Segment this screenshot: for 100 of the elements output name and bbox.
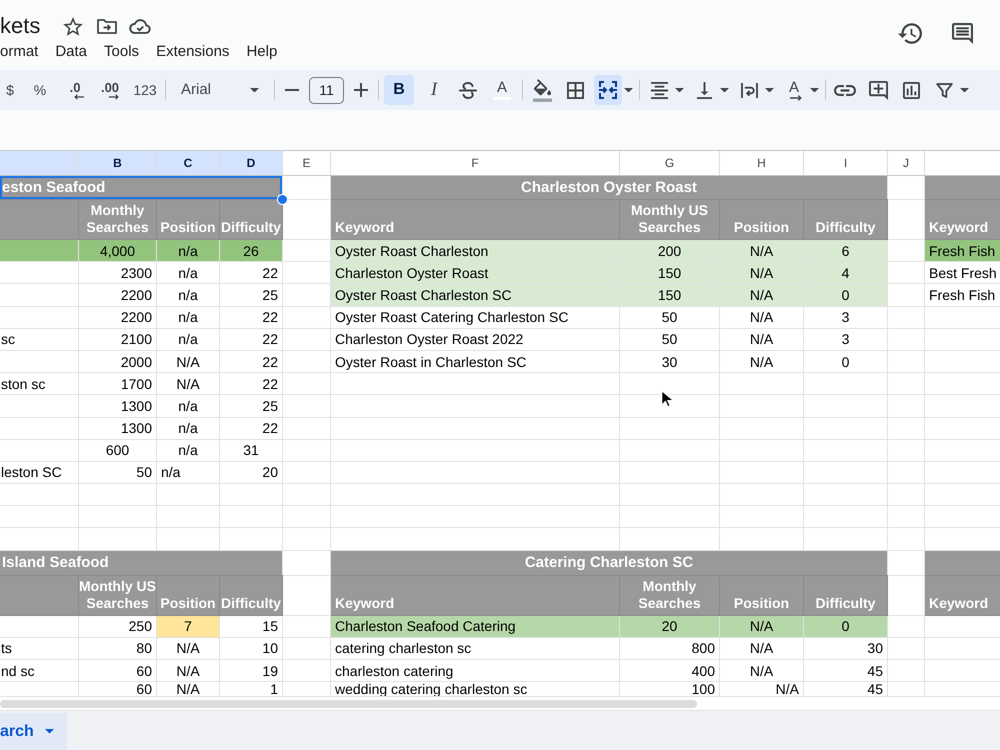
table-cell: 150 (658, 286, 682, 303)
table-cell: 400 (692, 662, 715, 679)
font-size-field[interactable]: 11 (309, 76, 344, 104)
table-cell: 20 (262, 464, 278, 480)
column-heading: Position (734, 594, 790, 612)
column-header[interactable]: H (720, 151, 804, 175)
menu-item[interactable]: Extensions (156, 42, 230, 62)
table-cell: 22 (262, 331, 278, 348)
minus-icon (285, 89, 299, 91)
column-header[interactable]: J (888, 151, 925, 175)
star-icon[interactable] (63, 16, 84, 36)
table-cell: 30 (662, 354, 678, 370)
table-cell: 4,000 (100, 242, 136, 259)
table-cell: 1300 (120, 420, 152, 436)
format-button[interactable]: $ (0, 75, 20, 105)
table-cell: Fresh Fish (929, 286, 996, 303)
caret-icon (810, 88, 818, 92)
column-header[interactable]: E (283, 151, 331, 175)
arrow-icon (109, 94, 119, 100)
table-cell: 25 (262, 286, 278, 303)
decimal-button[interactable]: .0 (60, 75, 90, 105)
format-button[interactable]: % (25, 75, 55, 105)
merge-button[interactable] (594, 75, 622, 105)
comment-icon[interactable] (952, 22, 973, 44)
table-cell: 22 (262, 309, 278, 326)
funnel-icon (936, 82, 952, 98)
caret-icon (960, 88, 968, 92)
sheet-tab[interactable]: arch (0, 713, 67, 750)
column-heading: Keyword (335, 219, 394, 236)
bar-chart-icon (902, 82, 920, 98)
table-cell: 3 (842, 331, 850, 348)
table-cell: N/A (176, 662, 200, 679)
table-cell: n/a (178, 242, 198, 259)
link-icon (834, 84, 856, 96)
table-cell: 1700 (120, 376, 152, 392)
column-header[interactable]: B (79, 151, 157, 175)
table-cell: N/A (750, 640, 774, 656)
text-color-button[interactable]: A (487, 75, 517, 105)
table-cell: N/A (750, 242, 774, 259)
table-cell: N/A (750, 309, 774, 326)
table-cell: Oyster Roast Charleston (335, 242, 488, 259)
table-cell: 45 (867, 662, 883, 679)
table-cell: n/a (178, 398, 198, 414)
decimal-button[interactable]: .00 (95, 75, 125, 105)
caret-icon (720, 88, 728, 92)
column-heading: Position (160, 219, 216, 236)
table-cell: 19 (262, 662, 278, 679)
table-cell: 600 (106, 442, 130, 458)
menu-item[interactable]: Data (55, 42, 88, 62)
table-cell: ston sc (1, 376, 46, 392)
text-rotation-button[interactable]: A (780, 75, 808, 105)
table-cell: 150 (658, 264, 682, 281)
table-cell: 250 (128, 618, 152, 634)
column-heading: Monthly Searches (85, 202, 150, 236)
table-cell: 0 (842, 618, 850, 634)
plus-icon (354, 83, 368, 97)
column-header[interactable]: F (331, 151, 620, 175)
table-cell: Best Fresh (929, 264, 997, 281)
menu-item[interactable]: ormat (0, 42, 38, 62)
document-title[interactable]: kets (0, 13, 40, 39)
italic-button[interactable]: I (419, 75, 449, 105)
font-dropdown[interactable]: Arial (171, 75, 269, 105)
history-icon[interactable] (898, 22, 922, 44)
menu-item[interactable]: Tools (104, 42, 140, 62)
caret-icon (674, 88, 684, 92)
table-title: eston Seafood (2, 178, 106, 196)
table-cell: n/a (178, 442, 198, 458)
table-cell: 4 (842, 264, 850, 281)
table-cell: N/A (750, 662, 774, 679)
column-heading: Position (160, 594, 216, 612)
column-header[interactable]: I (804, 151, 888, 175)
strikethrough-icon (459, 82, 477, 98)
table-cell: sc (1, 331, 15, 348)
table-cell: catering charleston sc (335, 640, 472, 656)
folder-arrow-icon[interactable] (97, 18, 118, 34)
center-align-icon (650, 82, 668, 98)
table-cell: 50 (136, 464, 152, 480)
column-heading: Position (734, 219, 790, 236)
bold-button[interactable]: B (384, 75, 414, 105)
column-header[interactable]: D (220, 151, 283, 175)
table-cell: N/A (750, 618, 774, 634)
cloud-check-icon[interactable] (129, 18, 152, 34)
paint-bucket-icon (532, 78, 552, 102)
table-cell: Oyster Roast in Charleston SC (335, 354, 526, 370)
column-header[interactable]: C (157, 151, 220, 175)
table-cell: 31 (243, 442, 259, 458)
table-cell: N/A (176, 682, 200, 696)
menu-item[interactable]: Help (246, 42, 278, 62)
column-heading: Monthly Searches (637, 578, 702, 612)
format-button[interactable]: 123 (130, 75, 160, 105)
table-cell: Charleston Oyster Roast 2022 (335, 331, 524, 348)
horizontal-scrollbar[interactable] (0, 700, 697, 708)
table-cell: 1 (270, 682, 278, 696)
merge-arrows-icon (599, 81, 617, 99)
column-heading: Difficulty (221, 594, 281, 612)
table-cell: Oyster Roast Catering Charleston SC (335, 309, 568, 326)
selection-handle[interactable] (277, 194, 288, 205)
table-cell: 20 (662, 618, 678, 634)
table-cell: 100 (692, 682, 715, 696)
column-header[interactable]: G (620, 151, 720, 175)
